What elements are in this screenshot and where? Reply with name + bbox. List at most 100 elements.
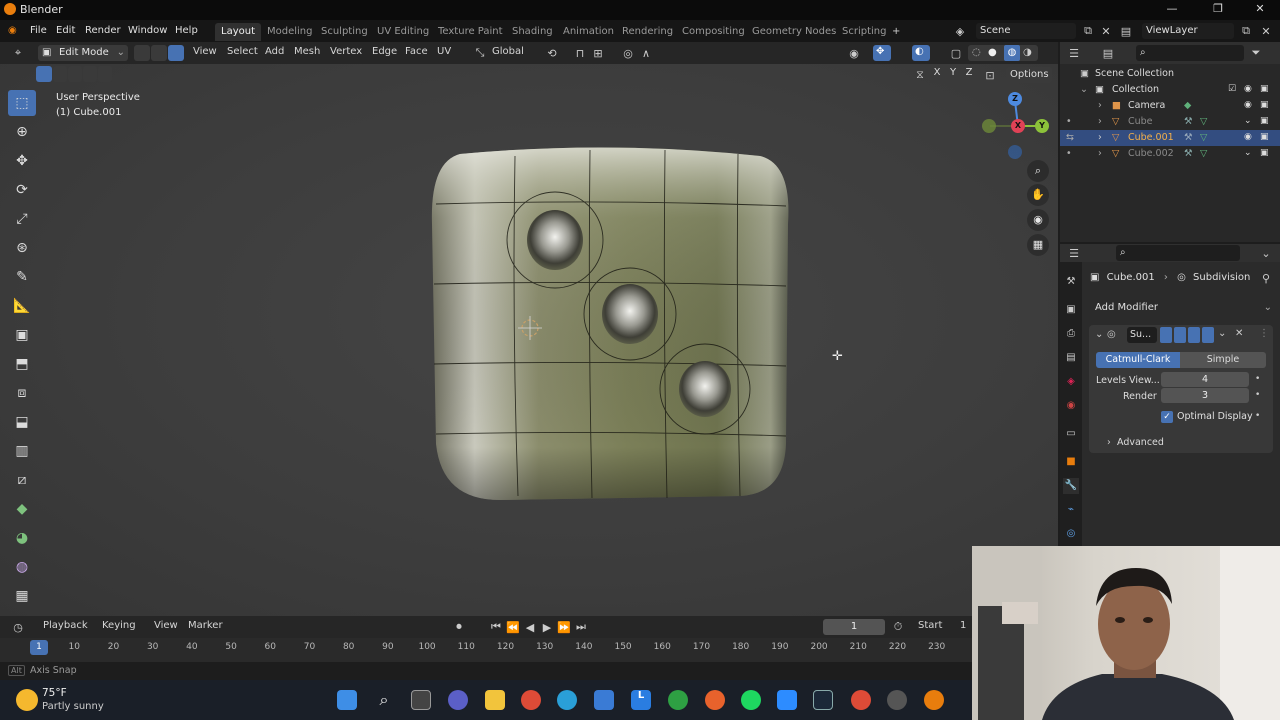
select-invert-icon[interactable] [83,66,97,82]
select-subtract-icon[interactable] [68,66,82,82]
filter-icon[interactable]: ⏷ [1248,45,1264,61]
chevron-down-icon[interactable]: ⌄ [1258,245,1274,261]
header-menu-uv[interactable]: UV [437,46,451,57]
cage-toggle[interactable] [1174,327,1186,343]
falloff-icon[interactable]: ∧ [638,45,654,61]
levels-viewport-field[interactable]: 4 [1161,372,1249,387]
edge-select-button[interactable] [151,45,167,61]
chat-icon[interactable] [448,690,468,710]
select-intersect-icon[interactable] [98,66,112,82]
add-workspace-button[interactable]: + [886,23,906,41]
topology-mirror-icon[interactable]: ⊡ [982,67,998,83]
header-menu-face[interactable]: Face [405,46,428,57]
editor-type-icon[interactable]: ⌖ [10,45,26,61]
physics-tab-icon[interactable]: ◎ [1063,526,1079,542]
outliner-editor-type-icon[interactable]: ☰ [1066,45,1082,61]
transform-orientation-dropdown[interactable]: Global [492,46,524,57]
select-new-icon[interactable] [36,66,52,82]
prev-keyframe-icon[interactable]: ⏪ [505,619,521,635]
camera-render-icon[interactable]: ▣ [1260,148,1269,158]
header-menu-view[interactable]: View [193,46,217,57]
firefox-icon[interactable] [705,690,725,710]
jump-end-icon[interactable]: ⏭ [573,619,589,635]
snap-target-icon[interactable]: ⊞ [590,45,606,61]
zoom-icon[interactable]: ⌕ [1027,160,1049,182]
modifier-name-field[interactable]: Su... [1127,327,1157,343]
menu-file[interactable]: File [30,25,47,36]
close-button[interactable]: ✕ [1250,2,1270,18]
outliner-item-collection[interactable]: ⌄ ▣ Collection ☑ ◉ ▣ [1060,82,1280,98]
camera-render-icon[interactable]: ▣ [1260,116,1269,126]
expand-chevron-icon[interactable]: › [1098,100,1102,111]
spotify-icon[interactable] [741,690,761,710]
outliner-item-cube[interactable]: • › ▽ Cube ⚒ ▽ ⌄ ▣ [1060,114,1280,130]
search-icon[interactable]: ⌕ [374,690,394,710]
edge-icon[interactable] [557,690,577,710]
rendered-shading-icon[interactable]: ◑ [1023,47,1032,58]
zoom-app-icon[interactable] [777,690,797,710]
axis-y-toggle[interactable]: Y [946,67,960,83]
collapse-chevron-icon[interactable]: ⌄ [1095,329,1103,340]
stopwatch-icon[interactable]: ⏱ [890,619,906,635]
camera-render-icon[interactable]: ▣ [1260,132,1269,142]
menu-window[interactable]: Window [128,25,167,36]
task-view-icon[interactable] [411,690,431,710]
weather-desc[interactable]: Partly sunny [42,701,104,712]
chrome-profile-icon[interactable] [851,690,871,710]
close-icon[interactable]: ✕ [1235,328,1243,339]
outliner-item-cube-001[interactable]: ⇆ › ▽ Cube.001 ⚒ ▽ ◉ ▣ [1060,130,1280,146]
timeline-ruler[interactable]: 1 10 20 30 40 50 60 70 80 90 100 110 120 130 140 150 160… [0,638,972,662]
extrude-tool-icon[interactable]: ⬒ [8,351,36,377]
play-reverse-icon[interactable]: ◀ [522,619,538,635]
world-tab-icon[interactable]: ◉ [1063,398,1079,414]
file-explorer-icon[interactable] [485,690,505,710]
keyframe-dot-icon[interactable]: • [1255,390,1260,400]
eye-icon[interactable]: ◉ [1244,100,1252,110]
catmull-clark-button[interactable]: Catmull-Clark [1096,352,1180,368]
next-keyframe-icon[interactable]: ⏩ [556,619,572,635]
timeline-editor-type-icon[interactable]: ◷ [10,619,26,635]
optimal-display-checkbox[interactable]: ✓ [1161,411,1173,423]
viewport-toggle[interactable] [1188,327,1200,343]
blender-taskbar-icon[interactable] [924,690,944,710]
display-mode-icon[interactable]: ▤ [1100,45,1116,61]
camera-render-icon[interactable]: ▣ [1260,84,1269,94]
delete-scene-icon[interactable]: ✕ [1098,23,1114,39]
render-tab-icon[interactable]: ▣ [1063,302,1079,318]
annotate-tool-icon[interactable]: ✎ [8,264,36,290]
menu-render[interactable]: Render [85,25,121,36]
xray-toggle-icon[interactable]: ▢ [948,45,964,61]
maximize-button[interactable]: ❐ [1208,2,1228,18]
snap-icon[interactable]: ⊓ [572,45,588,61]
tab-animation[interactable]: Animation [557,23,620,41]
knife-tool-icon[interactable]: ⧄ [8,467,36,493]
vertex-select-button[interactable] [134,45,150,61]
loop-cut-tool-icon[interactable]: ▥ [8,438,36,464]
overlay-toggle-button[interactable]: ◐ [912,45,930,61]
material-shading-icon[interactable]: ◍ [1004,45,1020,61]
start-menu-icon[interactable] [337,690,357,710]
gizmo-y-axis[interactable]: Y [1035,119,1049,133]
axis-z-toggle[interactable]: Z [962,67,976,83]
proportional-edit-icon[interactable]: ◎ [620,45,636,61]
weather-temp[interactable]: 75°F [42,687,67,699]
rotate-tool-icon[interactable]: ⟳ [8,177,36,203]
scene-selector[interactable]: Scene [976,23,1076,39]
expand-chevron-icon[interactable]: › [1098,132,1102,143]
outliner-item-camera[interactable]: › ■ Camera ◆ ◉ ▣ [1060,98,1280,114]
start-frame-value[interactable]: 1 [960,620,966,631]
outliner-item-cube-002[interactable]: • › ▽ Cube.002 ⚒ ▽ ⌄ ▣ [1060,146,1280,162]
tab-scripting[interactable]: Scripting [836,23,892,41]
pan-hand-icon[interactable]: ✋ [1027,184,1049,206]
smooth-tool-icon[interactable]: ◍ [8,554,36,580]
scene-tab-icon[interactable]: ◈ [1063,374,1079,390]
new-view-layer-icon[interactable]: ⧉ [1238,23,1254,39]
play-icon[interactable]: ▶ [539,619,555,635]
current-frame-field[interactable]: 1 [823,619,885,635]
header-menu-add[interactable]: Add [265,46,284,57]
header-menu-edge[interactable]: Edge [372,46,397,57]
eye-icon[interactable]: ◉ [1244,132,1252,142]
jump-start-icon[interactable]: ⏮ [488,619,504,635]
poly-build-tool-icon[interactable]: ◆ [8,496,36,522]
scale-tool-icon[interactable]: ⤢ [8,206,36,232]
